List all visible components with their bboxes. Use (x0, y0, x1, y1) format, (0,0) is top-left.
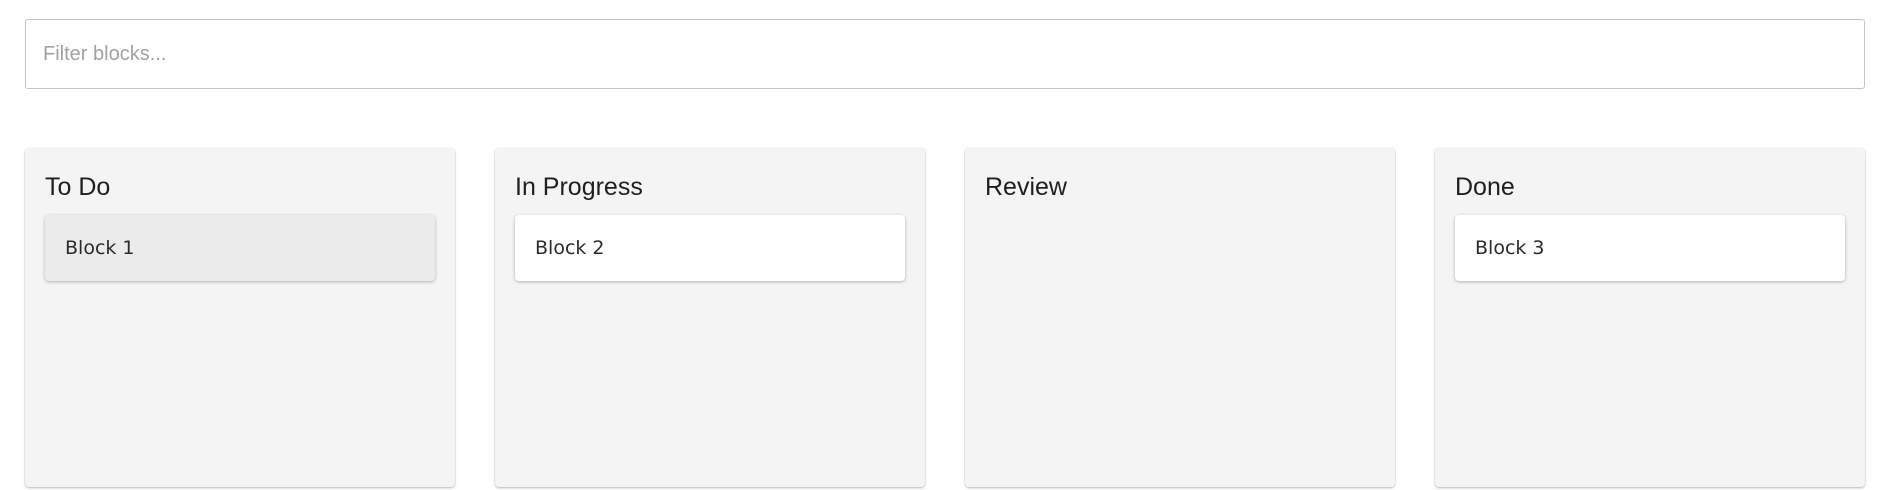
column-title: Done (1455, 173, 1515, 201)
column-review[interactable]: Review (965, 148, 1395, 487)
block-card[interactable]: Block 1 (45, 215, 435, 281)
filter-blocks-input[interactable] (25, 19, 1865, 89)
column-title: To Do (45, 173, 111, 201)
column-title: Review (985, 173, 1067, 201)
block-card[interactable]: Block 3 (1455, 215, 1845, 281)
column-to-do[interactable]: To Do Block 1 (25, 148, 455, 487)
column-in-progress[interactable]: In Progress Block 2 (495, 148, 925, 487)
block-card[interactable]: Block 2 (515, 215, 905, 281)
kanban-board: To Do Block 1 In Progress Block 2 Review… (25, 148, 1865, 487)
column-done[interactable]: Done Block 3 (1435, 148, 1865, 487)
column-title: In Progress (515, 173, 643, 201)
kanban-page: To Do Block 1 In Progress Block 2 Review… (0, 0, 1886, 490)
